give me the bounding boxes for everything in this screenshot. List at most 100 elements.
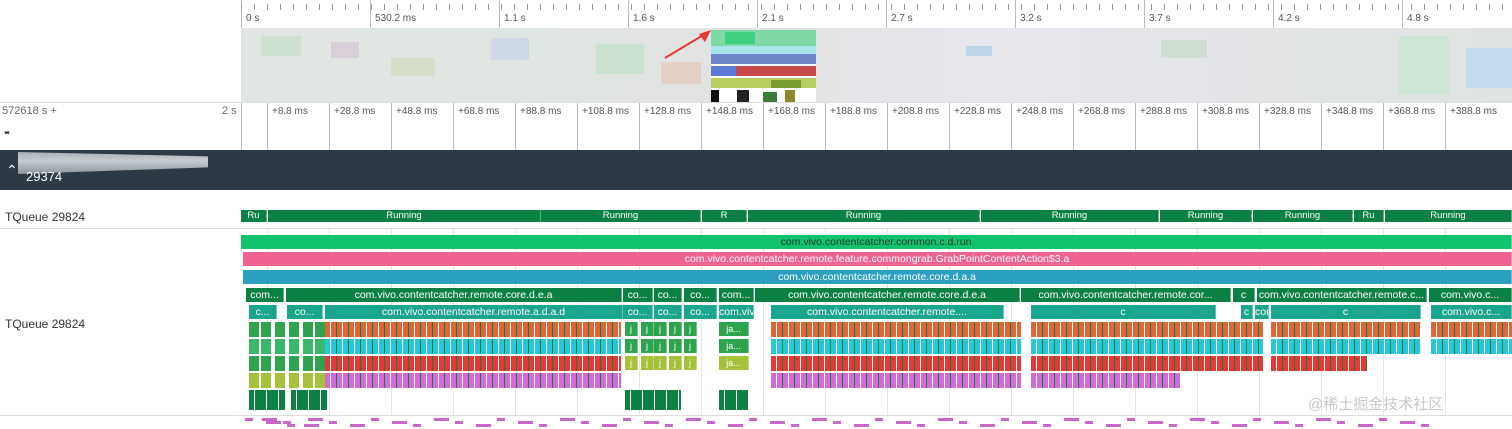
bottom-slice[interactable] (560, 418, 575, 421)
small-slice-block[interactable] (303, 339, 313, 354)
slice-depth3[interactable]: co... (654, 288, 682, 302)
bottom-slice[interactable] (413, 424, 421, 427)
small-slice-block[interactable] (261, 356, 271, 371)
slice-depth2[interactable]: com.vivo.contentcatcher.remote.core.d.a.… (243, 270, 1512, 284)
slice-depth4[interactable]: co... (623, 305, 653, 319)
small-slice-block[interactable] (275, 356, 285, 371)
bottom-slice[interactable] (791, 424, 799, 427)
process-header[interactable]: ⌃ 29374 (0, 150, 1512, 190)
dense-slice-block[interactable] (771, 322, 1021, 337)
dense-slice-block[interactable] (325, 339, 621, 354)
bottom-slice[interactable] (287, 424, 295, 427)
bottom-slice[interactable] (1190, 418, 1205, 421)
bottom-slice[interactable] (262, 418, 277, 421)
bottom-slice[interactable] (283, 421, 291, 424)
bottom-slice[interactable] (644, 421, 659, 424)
bottom-slice[interactable] (1148, 421, 1163, 424)
small-slice[interactable]: j (684, 339, 697, 353)
slice-depth3[interactable]: co... (684, 288, 717, 302)
slice-depth4[interactable]: com.vivo.contentcatcher.remote.a.d.a.d (719, 305, 754, 319)
overview-ruler[interactable]: 0 s 530.2 ms 1.1 s 1.6 s 2.1 s 2.7 s 3.2 s 3.7 … (241, 0, 1512, 29)
thread-state-running[interactable]: Running (1385, 210, 1512, 222)
bottom-slice[interactable] (1169, 424, 1177, 427)
dense-slice-block[interactable] (771, 373, 1021, 388)
thread-state-running[interactable]: Running (541, 210, 701, 222)
bottom-slice[interactable] (707, 421, 715, 424)
bottom-slice[interactable] (1358, 424, 1373, 427)
bottom-slice[interactable] (1232, 424, 1247, 427)
small-slice-block[interactable] (303, 322, 313, 337)
thread-state-running[interactable]: Running (1160, 210, 1252, 222)
slice-depth0[interactable]: com.vivo.contentcatcher.common.c.d.run (241, 235, 1512, 249)
bottom-slice[interactable] (539, 424, 547, 427)
small-slice[interactable]: j (625, 339, 638, 353)
bottom-slice[interactable] (896, 421, 911, 424)
small-slice[interactable]: j (654, 339, 667, 353)
slice-depth3[interactable]: co... (623, 288, 653, 302)
small-slice-block[interactable] (261, 339, 271, 354)
slice-depth4[interactable]: com.vivo.contentcatcher.remote.a.d.a.d (325, 305, 623, 319)
collapse-all-icon[interactable]: ⌄ ⌃ (2, 124, 12, 142)
small-slice[interactable]: j (669, 339, 682, 353)
bottom-slice[interactable] (1022, 421, 1037, 424)
bottom-slice[interactable] (329, 421, 337, 424)
bottom-slice[interactable] (476, 424, 491, 427)
expand-process-icon[interactable]: ⌃ (6, 162, 18, 179)
slice-depth4[interactable]: c (1241, 305, 1253, 319)
small-slice[interactable]: j (625, 322, 638, 336)
bottom-slice[interactable] (1127, 418, 1135, 421)
bottom-slice[interactable] (980, 424, 995, 427)
overview-minimap[interactable] (241, 28, 1512, 102)
bottom-slice[interactable] (1106, 424, 1121, 427)
small-slice[interactable]: ja... (719, 339, 749, 353)
bottom-slice[interactable] (308, 418, 323, 421)
slice-depth4[interactable]: com.vivo.c... (1431, 305, 1512, 319)
dense-slice-block[interactable] (1031, 339, 1263, 354)
bottom-slice[interactable] (1379, 418, 1387, 421)
slices-track[interactable]: TQueue 29824 com.vivo.contentcatcher.com… (0, 229, 1512, 416)
bottom-slice[interactable] (1211, 421, 1219, 424)
bottom-slice[interactable] (749, 418, 757, 421)
small-slice-block[interactable] (275, 322, 285, 337)
slice-depth1[interactable]: com.vivo.contentcatcher.remote.feature.c… (243, 252, 1512, 266)
bottom-slice[interactable] (938, 418, 953, 421)
bottom-slice[interactable] (518, 421, 533, 424)
small-slice[interactable]: j (641, 339, 654, 353)
bottom-slice[interactable] (1316, 418, 1331, 421)
dense-slice-block[interactable] (1271, 356, 1367, 371)
bottom-slice[interactable] (245, 418, 253, 421)
bottom-slice[interactable] (833, 421, 841, 424)
slice-depth3[interactable]: com.vivo.contentcatcher.remote.cor... (1021, 288, 1231, 302)
thread-state-running[interactable]: Running (1253, 210, 1353, 222)
slice-depth4[interactable]: c (1031, 305, 1216, 319)
thread-state-running[interactable]: Running (981, 210, 1159, 222)
small-slice-block[interactable] (249, 322, 259, 337)
overview-selection[interactable] (711, 30, 816, 102)
small-slice-block[interactable] (289, 356, 299, 371)
bottom-slice[interactable] (304, 424, 319, 427)
bottom-slice[interactable] (770, 421, 785, 424)
slice-depth4[interactable]: c (1271, 305, 1421, 319)
slice-depth3[interactable]: com.vivo.contentcatcher.remote.c... (1257, 288, 1427, 302)
dense-slice-block[interactable] (325, 373, 621, 388)
slice-depth4[interactable]: co... (654, 305, 682, 319)
dense-slice-block[interactable] (771, 356, 1021, 371)
small-slice[interactable]: j (669, 322, 682, 336)
slice-depth3[interactable]: c (1233, 288, 1255, 302)
dense-slice-block[interactable] (249, 390, 285, 410)
small-slice-block[interactable] (315, 339, 325, 354)
thread-state-running[interactable]: Running (268, 210, 541, 222)
bottom-slice[interactable] (1295, 424, 1303, 427)
small-slice[interactable]: j (684, 322, 697, 336)
slice-depth3[interactable]: com... (719, 288, 754, 302)
thread-state-track[interactable]: TQueue 29824 Ru Running Running R Running Run… (0, 206, 1512, 229)
dense-slice-block[interactable] (325, 322, 621, 337)
dense-slice-block[interactable] (625, 390, 681, 410)
dense-slice-block[interactable] (719, 390, 749, 410)
slice-depth4[interactable]: com.vivo.contentcatche... (1255, 305, 1269, 319)
small-slice[interactable]: j (669, 356, 682, 370)
small-slice-block[interactable] (315, 356, 325, 371)
small-slice-block[interactable] (261, 322, 271, 337)
bottom-slice[interactable] (602, 424, 617, 427)
bottom-slice[interactable] (959, 421, 967, 424)
